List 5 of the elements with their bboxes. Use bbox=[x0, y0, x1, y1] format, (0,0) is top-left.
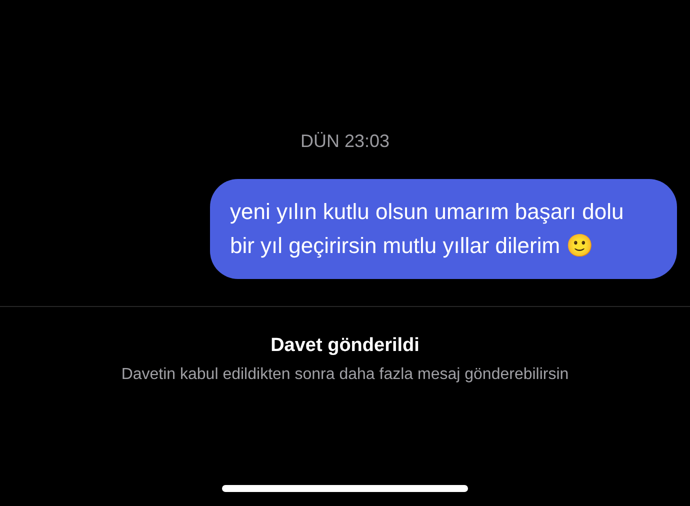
timestamp: DÜN 23:03 bbox=[300, 130, 390, 153]
notice-title: Davet gönderildi bbox=[270, 334, 420, 358]
home-indicator[interactable] bbox=[222, 485, 468, 492]
notice-subtitle: Davetin kabul edildikten sonra daha fazla mesaj gönderebilirsin bbox=[121, 365, 569, 385]
message-bubble: yeni yılın kutlu olsun umarım başarı dolu bir yıl geçirirsin mutlu yıllar dilerim 🙂 bbox=[210, 179, 677, 279]
